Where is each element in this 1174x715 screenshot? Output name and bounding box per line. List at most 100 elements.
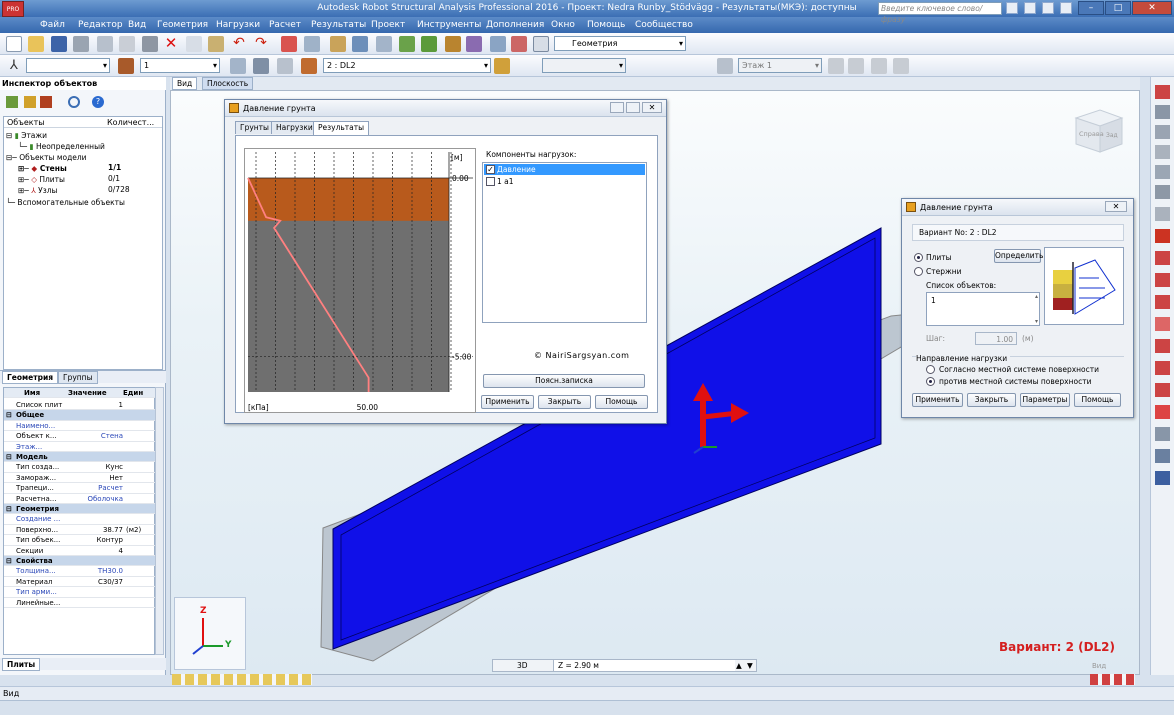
key-icon[interactable]: [1024, 2, 1036, 14]
props-row[interactable]: Создание ...: [4, 514, 156, 525]
tree-item-nodes[interactable]: ⊞─ ⅄ Узлы: [18, 185, 57, 196]
props-row[interactable]: Объект к... Стена: [4, 431, 156, 442]
collapse-icon[interactable]: ⊟: [6, 504, 12, 514]
radio-bars[interactable]: [914, 267, 923, 276]
menu-addons[interactable]: Дополнения: [486, 17, 544, 33]
props-row[interactable]: Трапеци... Расчет: [4, 483, 156, 494]
minimize-icon[interactable]: [610, 102, 624, 113]
section-combo[interactable]: 1: [140, 58, 220, 73]
search-icon[interactable]: [68, 96, 80, 108]
diagram-icon[interactable]: [277, 58, 293, 74]
props-row[interactable]: Тип созда... Кунс: [4, 462, 156, 473]
apply-button[interactable]: Применить: [481, 395, 534, 409]
props-group-row[interactable]: ⊟ Свойства: [4, 556, 156, 567]
menu-help[interactable]: Помощь: [587, 17, 625, 33]
tab-results[interactable]: Результаты: [313, 121, 370, 135]
props-row[interactable]: Материал C30/37: [4, 577, 156, 588]
close-button[interactable]: Закрыть: [967, 393, 1016, 407]
menu-file[interactable]: Файл: [40, 17, 65, 33]
select-icon[interactable]: [24, 96, 36, 108]
props-row[interactable]: Линейные...: [4, 598, 156, 608]
copy-icon[interactable]: [186, 36, 202, 52]
close-icon[interactable]: ✕: [642, 102, 662, 113]
release-icon[interactable]: [1155, 273, 1170, 287]
props-row[interactable]: Замораж... Нет: [4, 473, 156, 484]
mode-combo[interactable]: [542, 58, 626, 73]
close-icon[interactable]: ✕: [1132, 1, 1172, 15]
radio-direction-opposite-selected[interactable]: [926, 377, 935, 386]
props-row[interactable]: Список плит 1: [4, 400, 156, 411]
view-toggles-icon[interactable]: [1090, 674, 1135, 685]
case-manager-icon[interactable]: [494, 58, 510, 74]
chevron-down-icon[interactable]: ▾: [1035, 318, 1038, 325]
screen-capture-icon[interactable]: [142, 36, 158, 52]
note-button[interactable]: Поясн.записка: [483, 374, 645, 388]
menu-results[interactable]: Результаты: [311, 17, 366, 33]
star-icon[interactable]: [1042, 2, 1054, 14]
results-icon[interactable]: [1155, 471, 1170, 485]
tab-loads[interactable]: Нагрузки: [271, 121, 318, 134]
collapse-icon[interactable]: ⊟: [6, 452, 12, 462]
tree-item-stories[interactable]: ⊟ ▮ Этажи: [6, 130, 47, 141]
step-input[interactable]: 1.00: [975, 332, 1017, 345]
menu-view[interactable]: Вид: [128, 17, 146, 33]
new-file-icon[interactable]: [6, 36, 22, 52]
beam-icon[interactable]: [1155, 125, 1170, 139]
tab-plane[interactable]: Плоскость: [202, 77, 254, 90]
calculation-icon[interactable]: [281, 36, 297, 52]
story-down-icon[interactable]: [848, 58, 864, 74]
props-row[interactable]: Наимено...: [4, 421, 156, 432]
redo-icon[interactable]: ↷: [253, 36, 269, 52]
tools-icon[interactable]: [511, 36, 527, 52]
undo-icon[interactable]: ↶: [231, 36, 247, 52]
save-icon[interactable]: [51, 36, 67, 52]
props-row[interactable]: Тип арми...: [4, 587, 156, 598]
mesh-icon[interactable]: [1155, 383, 1170, 397]
tree-icon[interactable]: [399, 36, 415, 52]
apply-button[interactable]: Применить: [912, 393, 963, 407]
collapse-icon[interactable]: ⊟: [6, 410, 12, 420]
lock-icon[interactable]: [330, 36, 346, 52]
load-case-icon[interactable]: [301, 58, 317, 74]
story-combo[interactable]: Этаж 1: [738, 58, 822, 73]
tables-icon[interactable]: [253, 58, 269, 74]
props-scrollbar[interactable]: [155, 387, 164, 655]
checkbox-checked-icon[interactable]: ✓: [486, 165, 495, 174]
offset-icon[interactable]: [1155, 295, 1170, 309]
display-toggles-icon[interactable]: [172, 674, 312, 685]
tree-item-plates[interactable]: ⊞─ ◇ Плиты: [18, 174, 65, 185]
menu-geometry[interactable]: Геометрия: [157, 17, 208, 33]
support-icon[interactable]: [1155, 251, 1170, 265]
thickness-icon[interactable]: [1155, 339, 1170, 353]
menu-tools[interactable]: Инструменты: [417, 17, 481, 33]
tree-item-walls[interactable]: ⊞─ ◆ Стены: [18, 163, 67, 174]
case-icon[interactable]: [118, 58, 134, 74]
print-icon[interactable]: [73, 36, 89, 52]
cut-icon[interactable]: ✕: [163, 36, 179, 52]
section-icon[interactable]: [445, 36, 461, 52]
minimize-icon[interactable]: –: [1078, 1, 1104, 15]
chevron-up-icon[interactable]: ▴: [1035, 293, 1038, 300]
app-logo-icon[interactable]: PRO: [2, 1, 24, 17]
binoculars-icon[interactable]: [1006, 2, 1018, 14]
panel-icon[interactable]: [1155, 185, 1170, 199]
bar-icon[interactable]: [1155, 85, 1170, 99]
close-button[interactable]: Закрыть: [538, 395, 591, 409]
component-item-pressure[interactable]: ✓ Давление: [484, 164, 645, 175]
props-row[interactable]: Этаж...: [4, 442, 156, 452]
props-row[interactable]: Поверхно... 38.77 (м2): [4, 525, 156, 536]
selection-icon[interactable]: ⅄: [6, 58, 22, 74]
layout-icon[interactable]: [533, 36, 549, 52]
help-icon[interactable]: [1060, 2, 1072, 14]
define-button[interactable]: Определить: [994, 249, 1043, 263]
tree-item-model-objects[interactable]: ⊟─ Объекты модели: [6, 152, 87, 163]
z-up-icon[interactable]: ▲: [736, 660, 742, 671]
props-group-row[interactable]: ⊟ Геометрия: [4, 504, 156, 515]
help-button[interactable]: Помощь: [595, 395, 648, 409]
slab-icon[interactable]: [1155, 145, 1170, 159]
story-all-icon[interactable]: [871, 58, 887, 74]
section-profile-icon[interactable]: [1155, 229, 1170, 243]
story-table-icon[interactable]: [893, 58, 909, 74]
deselect-icon[interactable]: [40, 96, 52, 108]
help-button[interactable]: Помощь: [1074, 393, 1121, 407]
